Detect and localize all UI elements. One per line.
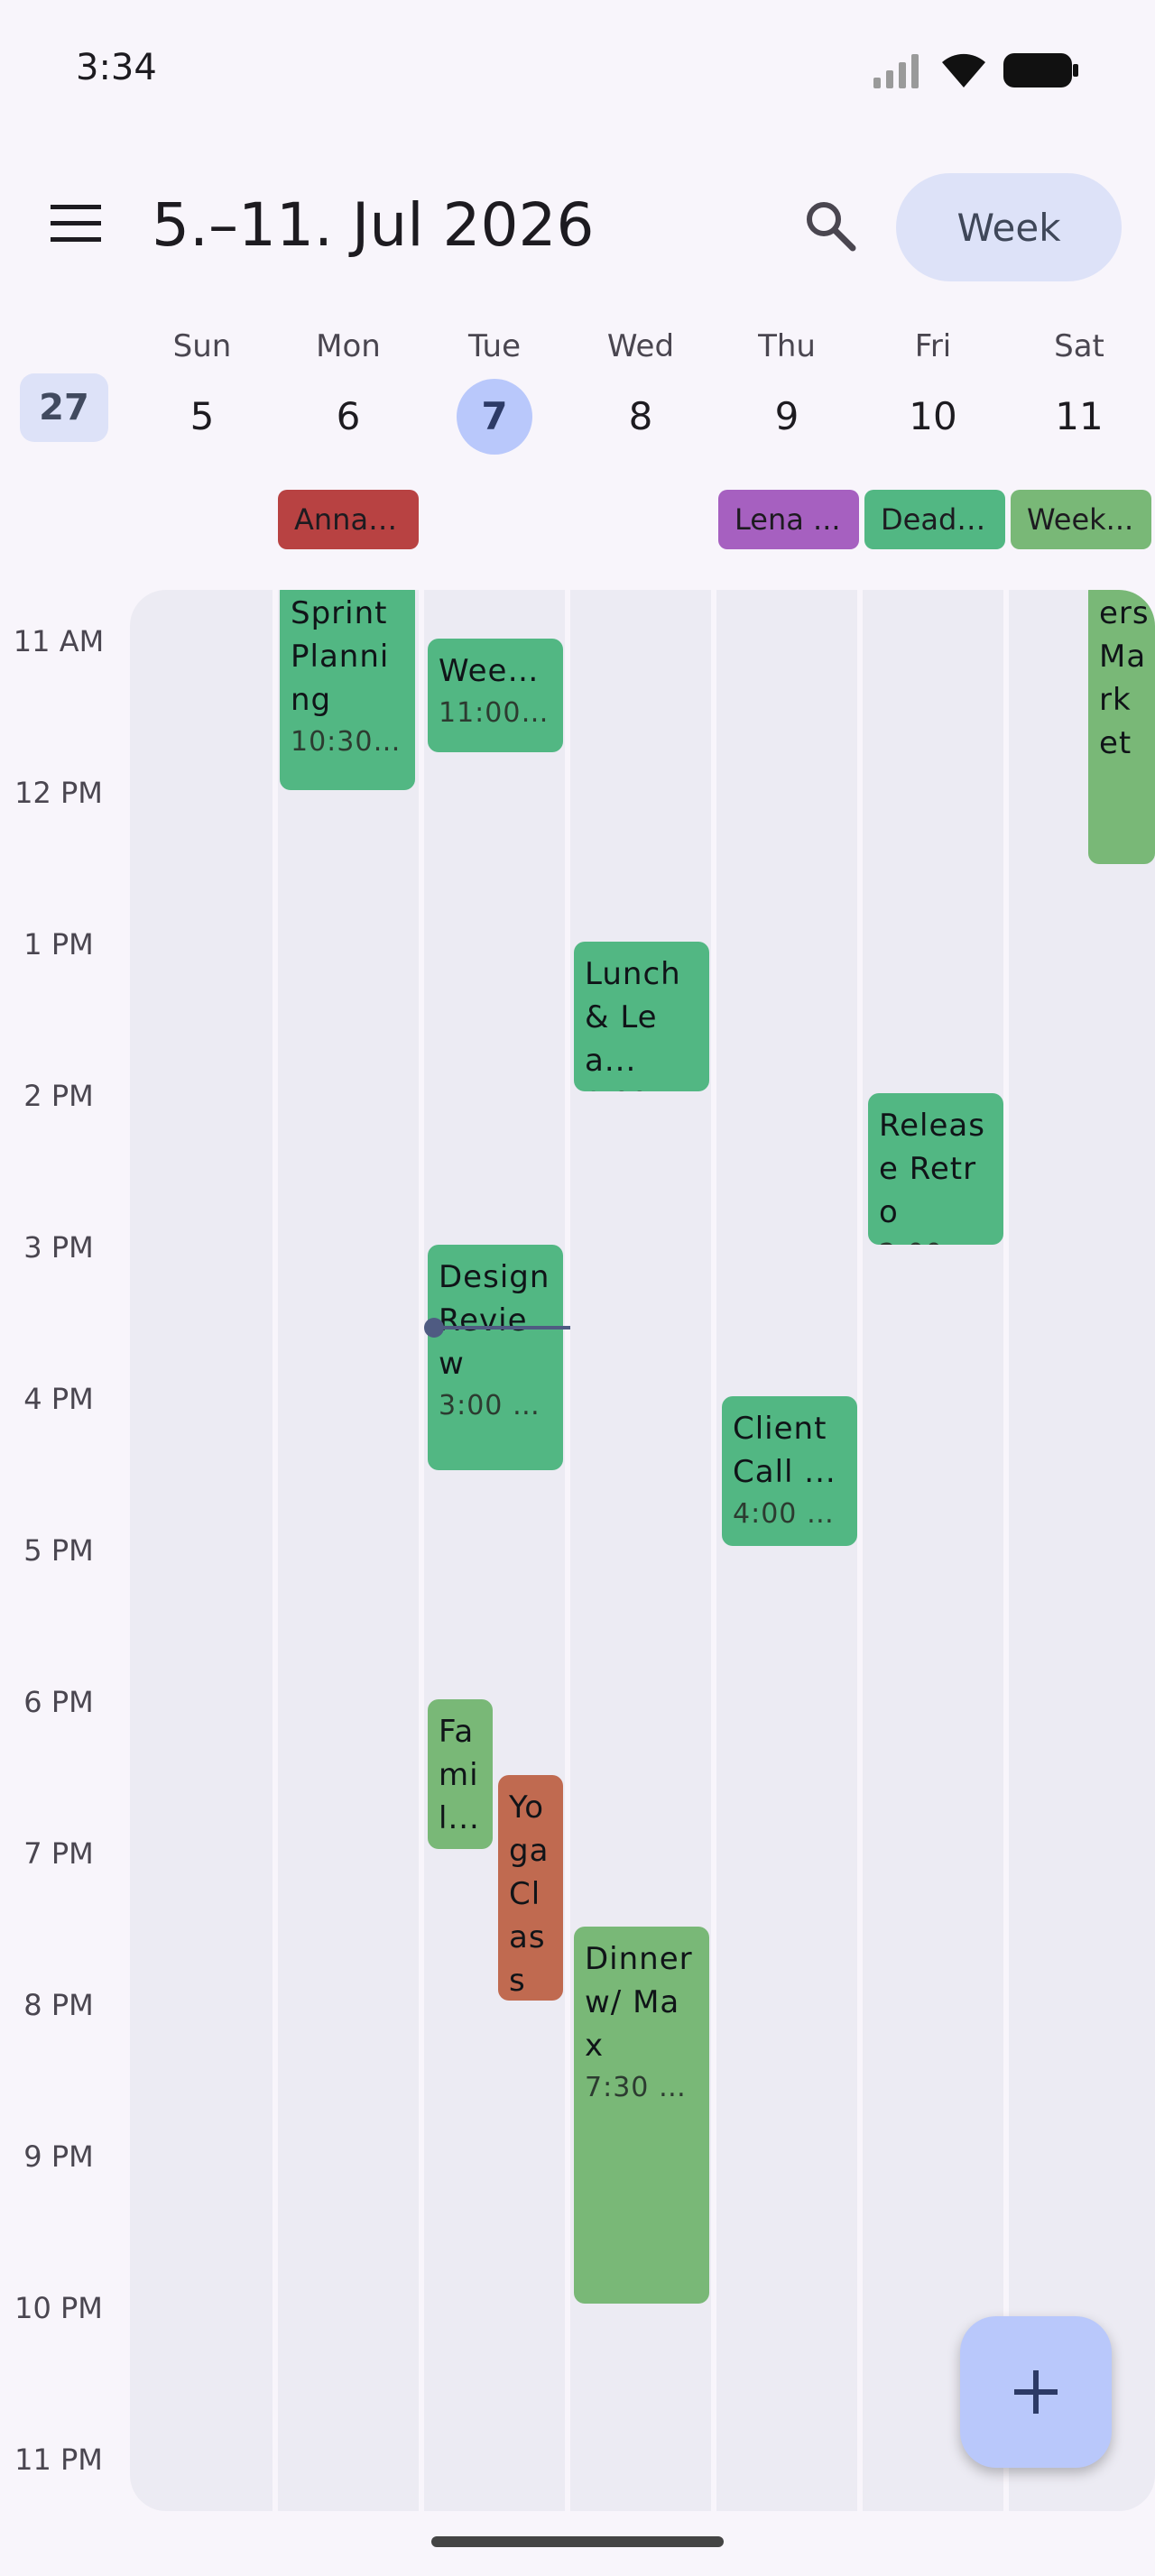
day-header-sat[interactable]: Sat 11 <box>1007 325 1151 455</box>
allday-event[interactable]: Week... <box>1011 490 1151 549</box>
home-indicator[interactable] <box>431 2536 724 2547</box>
hour-label: 12 PM <box>14 776 103 810</box>
week-grid[interactable]: Sprint Planning 10:30 ... Week... 11:00 … <box>130 590 1155 2511</box>
event-title: Sprint Planning <box>291 595 390 718</box>
day-number: 5 <box>189 394 215 438</box>
add-event-button[interactable] <box>960 2316 1112 2468</box>
page-title: 5.–11. Jul 2026 <box>152 190 595 260</box>
hour-label: 3 PM <box>23 1230 94 1265</box>
day-header-fri[interactable]: Fri 10 <box>861 325 1005 455</box>
plus-icon <box>1014 2370 1058 2414</box>
column-divider <box>565 590 570 2511</box>
column-divider <box>419 590 424 2511</box>
status-time: 3:34 <box>76 47 157 88</box>
allday-event[interactable]: Lena ... <box>718 490 859 549</box>
event-time: 3:00 P... <box>439 1390 552 1421</box>
event-lunch-learn[interactable]: Lunch & Lea... 1:00 P... <box>574 942 709 1091</box>
hour-label: 7 PM <box>23 1836 94 1871</box>
wifi-icon <box>942 53 985 87</box>
day-name: Fri <box>914 328 952 364</box>
day-number: 7 <box>457 379 532 455</box>
week-number-badge: 27 <box>20 373 108 442</box>
day-name: Mon <box>316 328 381 364</box>
event-family[interactable]: Famil... <box>428 1699 493 1849</box>
allday-event[interactable]: Deadl... <box>864 490 1005 549</box>
day-name: Thu <box>758 328 816 364</box>
allday-event[interactable]: Anna'... <box>278 490 419 549</box>
hour-label: 11 PM <box>14 2443 103 2477</box>
day-number: 9 <box>774 394 799 438</box>
column-divider <box>711 590 716 2511</box>
event-title: Dinner w/ Max <box>585 1941 693 2064</box>
event-time: 7:30 P... <box>585 2072 698 2103</box>
event-time: 1:00 P... <box>585 1082 698 1091</box>
event-weekly[interactable]: Week... 11:00 ... <box>428 639 563 752</box>
hour-label: 4 PM <box>23 1382 94 1416</box>
event-farmers-market[interactable]: ers Market <box>1088 590 1155 864</box>
hour-label: 8 PM <box>23 1988 94 2022</box>
event-title: Week... <box>439 653 552 689</box>
event-yoga-class[interactable]: Yoga Class <box>498 1775 563 2001</box>
day-header-sun[interactable]: Sun 5 <box>130 325 274 455</box>
column-divider <box>857 590 863 2511</box>
signal-icon <box>873 54 919 88</box>
view-switch-button[interactable]: Week <box>896 173 1122 281</box>
column-divider <box>273 590 278 2511</box>
event-time: 4:00 P... <box>733 1498 846 1530</box>
event-release-retro[interactable]: Release Retro 2:00 P... <box>868 1093 1003 1245</box>
status-icons <box>873 47 1079 94</box>
event-time: 11:00 ... <box>439 697 552 729</box>
event-title: ers Market <box>1099 595 1150 761</box>
day-header-wed[interactable]: Wed 8 <box>568 325 713 455</box>
hour-label: 2 PM <box>23 1079 94 1113</box>
event-dinner-max[interactable]: Dinner w/ Max 7:30 P... <box>574 1927 709 2304</box>
day-header-mon[interactable]: Mon 6 <box>276 325 420 455</box>
event-sprint-planning[interactable]: Sprint Planning 10:30 ... <box>280 590 415 790</box>
menu-button[interactable] <box>42 189 110 258</box>
hour-label: 11 AM <box>13 624 105 658</box>
current-time-line <box>431 1326 570 1329</box>
day-header-thu[interactable]: Thu 9 <box>715 325 859 455</box>
event-title: Client Call ... <box>733 1411 836 1490</box>
day-number: 8 <box>628 394 653 438</box>
day-number: 6 <box>336 394 361 438</box>
hour-label: 5 PM <box>23 1533 94 1568</box>
event-title: Famil... <box>439 1714 480 1836</box>
day-name: Tue <box>467 328 522 364</box>
search-button[interactable] <box>794 189 866 262</box>
event-title: Yoga Class <box>509 1789 550 1999</box>
menu-icon <box>51 205 101 242</box>
event-design-review[interactable]: Design Review 3:00 P... <box>428 1245 563 1470</box>
day-name: Sat <box>1054 328 1104 364</box>
hour-label: 1 PM <box>23 927 94 961</box>
event-time: 10:30 ... <box>291 726 404 758</box>
day-name: Wed <box>606 328 675 364</box>
day-name: Sun <box>172 328 232 364</box>
event-client-call[interactable]: Client Call ... 4:00 P... <box>722 1396 857 1546</box>
event-title: Release Retro <box>879 1108 985 1230</box>
event-time: 2:00 P... <box>879 1234 993 1245</box>
event-title: Design Review <box>439 1259 550 1382</box>
current-time-dot <box>424 1318 444 1338</box>
hour-label: 9 PM <box>23 2139 94 2174</box>
hour-label: 10 PM <box>14 2291 103 2325</box>
column-divider <box>1003 590 1009 2511</box>
hour-label: 6 PM <box>23 1685 94 1719</box>
day-number: 10 <box>909 394 957 438</box>
day-number: 11 <box>1055 394 1104 438</box>
event-title: Lunch & Lea... <box>585 956 681 1079</box>
day-header-tue[interactable]: Tue 7 <box>422 325 567 455</box>
search-icon <box>807 202 856 252</box>
battery-icon <box>1003 53 1078 87</box>
